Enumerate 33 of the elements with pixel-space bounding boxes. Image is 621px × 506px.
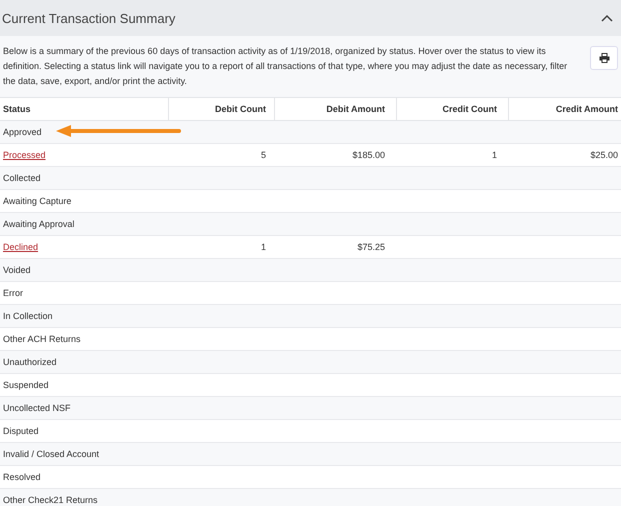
- status-label: Error: [3, 288, 23, 298]
- print-icon: [598, 53, 610, 63]
- panel-title: Current Transaction Summary: [2, 10, 176, 26]
- status-label: In Collection: [3, 311, 53, 321]
- status-label: Awaiting Approval: [3, 219, 74, 229]
- status-label: Other Check21 Returns: [3, 495, 98, 505]
- table-cell: $75.25: [357, 242, 385, 252]
- status-label: Invalid / Closed Account: [3, 449, 100, 459]
- table-cell: $25.00: [590, 150, 618, 160]
- status-label: Collected: [3, 173, 41, 183]
- status-label: Resolved: [3, 472, 41, 482]
- print-button[interactable]: [590, 46, 618, 70]
- status-label: Awaiting Capture: [3, 196, 72, 206]
- status-label: Other ACH Returns: [3, 334, 81, 344]
- chevron-icon[interactable]: [601, 14, 613, 22]
- column-header: Credit Count: [396, 97, 508, 121]
- table-cell: $185.00: [352, 150, 385, 160]
- table-cell: 1: [260, 242, 266, 252]
- status-link[interactable]: Declined: [3, 242, 38, 252]
- column-header: Debit Count: [168, 97, 274, 121]
- table-cell: 1: [492, 150, 497, 160]
- status-label: Unauthorized: [3, 357, 57, 367]
- status-label: Suspended: [3, 380, 49, 390]
- column-header: Credit Amount: [508, 97, 621, 121]
- status-label: Uncollected NSF: [3, 403, 71, 413]
- status-label: Voided: [3, 265, 31, 275]
- status-link[interactable]: Processed: [3, 150, 46, 160]
- status-label: Disputed: [3, 426, 39, 436]
- description-text: Below is a summary of the previous 60 days of transaction activity as of 1/19/2018, organized by status. Hover over the status to view its definition. Selecting a status link will navigate you to a report of all transactions of that type, where you may adjust the date as necessary, filter the data, save, export, and/or print the activity.: [3, 45, 568, 88]
- column-header: Status: [0, 97, 168, 121]
- status-label: Approved: [3, 127, 42, 137]
- table-cell: 5: [260, 150, 266, 160]
- column-header: Debit Amount: [274, 97, 396, 121]
